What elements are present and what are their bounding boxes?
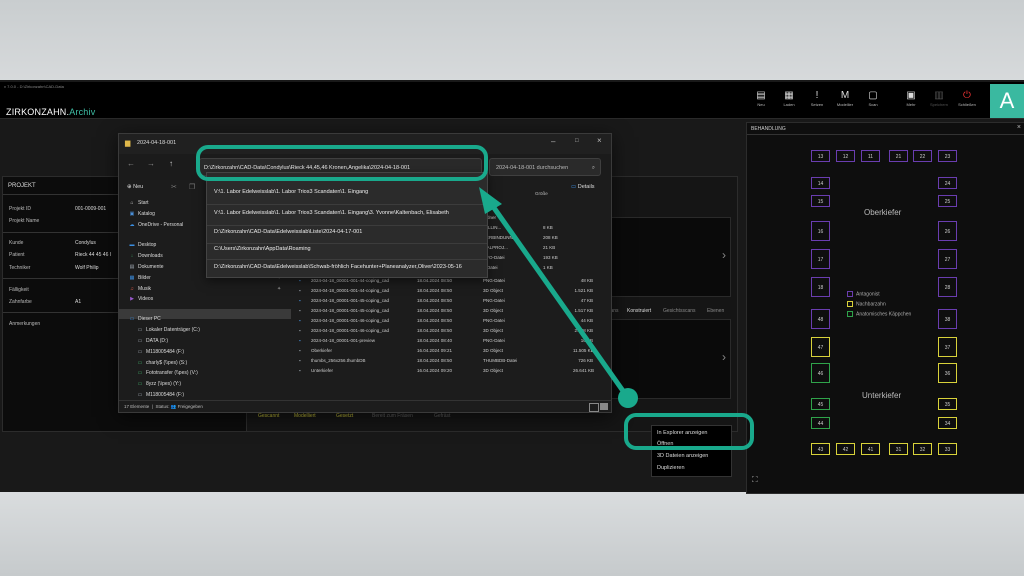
tutorial-arrow [479,187,638,408]
